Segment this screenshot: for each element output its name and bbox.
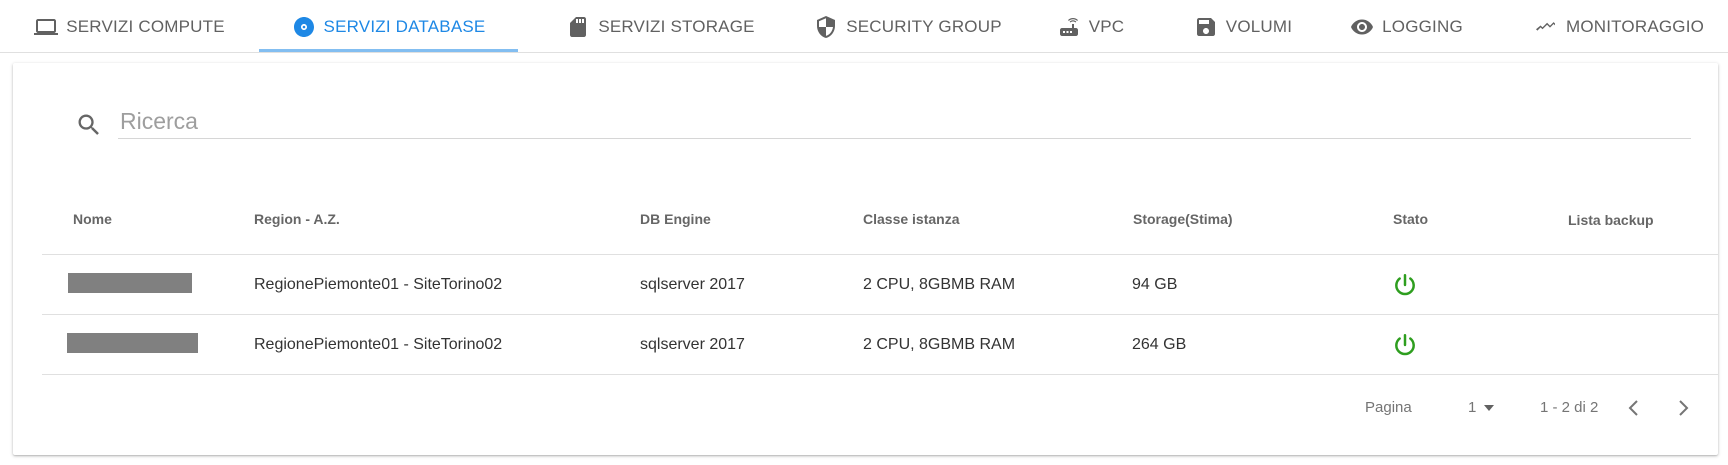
cell-region: RegionePiemonte01 - SiteTorino02	[254, 335, 503, 353]
cell-storage: 94 GB	[1132, 275, 1178, 293]
chevron-left-icon	[1628, 400, 1638, 416]
tab-label: VPC	[1088, 16, 1125, 36]
column-header-region[interactable]: Region - A.Z.	[254, 211, 340, 227]
tab-label: VOLUMI	[1225, 16, 1293, 36]
eye-icon	[1351, 19, 1374, 34]
column-header-lista-backup[interactable]: Lista backup	[1568, 212, 1654, 228]
tab-label: MONITORAGGIO	[1565, 16, 1705, 36]
search-input[interactable]	[118, 105, 1691, 139]
column-header-stato[interactable]: Stato	[1393, 211, 1428, 227]
tab-bar: SERVIZI COMPUTE SERVIZI DATABASE SERVIZI…	[0, 0, 1728, 53]
shield-icon	[817, 15, 836, 38]
tab-label: SERVIZI COMPUTE	[66, 16, 225, 36]
tab-volumi[interactable]: VOLUMI	[1168, 0, 1318, 53]
floppy-disk-icon	[1196, 17, 1215, 36]
cell-storage: 264 GB	[1132, 335, 1187, 353]
column-header-db-engine[interactable]: DB Engine	[640, 211, 711, 227]
search-icon	[78, 114, 99, 135]
power-icon[interactable]	[1392, 272, 1418, 298]
power-icon[interactable]	[1392, 332, 1418, 358]
redacted-name	[67, 333, 198, 353]
dropdown-caret-icon	[1484, 404, 1495, 411]
page-select-value: 1	[1468, 399, 1477, 416]
table-row[interactable]: RegionePiemonte01 - SiteTorino02 sqlserv…	[42, 315, 1718, 374]
previous-page-button[interactable]	[1622, 396, 1646, 420]
laptop-icon	[34, 18, 59, 35]
active-tab-indicator	[259, 49, 518, 52]
redacted-name	[68, 273, 192, 293]
column-header-classe-istanza[interactable]: Classe istanza	[863, 211, 960, 227]
chevron-right-icon	[1679, 400, 1689, 416]
tab-security-group[interactable]: SECURITY GROUP	[803, 0, 1013, 53]
tab-label: SECURITY GROUP	[846, 16, 1002, 36]
database-services-card: Nome Region - A.Z. DB Engine Classe ista…	[13, 63, 1718, 455]
table-row[interactable]: RegionePiemonte01 - SiteTorino02 sqlserv…	[42, 255, 1718, 314]
row-divider	[42, 374, 1718, 375]
tab-servizi-storage[interactable]: SERVIZI STORAGE	[518, 0, 803, 53]
tab-servizi-compute[interactable]: SERVIZI COMPUTE	[0, 0, 259, 53]
pagination-range: 1 - 2 di 2	[1540, 399, 1599, 416]
next-page-button[interactable]	[1671, 396, 1695, 420]
disc-icon	[293, 16, 314, 37]
cell-instance-class: 2 CPU, 8GBMB RAM	[863, 275, 1016, 293]
page-select[interactable]: 1	[1468, 399, 1495, 416]
cell-db-engine: sqlserver 2017	[640, 335, 745, 353]
router-icon	[1059, 17, 1078, 36]
tab-logging[interactable]: LOGGING	[1330, 0, 1483, 53]
column-header-storage[interactable]: Storage(Stima)	[1133, 211, 1233, 227]
cell-instance-class: 2 CPU, 8GBMB RAM	[863, 335, 1016, 353]
trending-icon	[1535, 21, 1555, 31]
tab-label: SERVIZI STORAGE	[598, 16, 755, 36]
tab-servizi-database[interactable]: SERVIZI DATABASE	[259, 0, 518, 53]
cell-db-engine: sqlserver 2017	[640, 275, 745, 293]
pagination-label: Pagina	[1365, 399, 1412, 416]
cell-region: RegionePiemonte01 - SiteTorino02	[254, 275, 503, 293]
tab-monitoraggio[interactable]: MONITORAGGIO	[1510, 0, 1728, 53]
tab-label: SERVIZI DATABASE	[323, 16, 486, 36]
column-header-nome[interactable]: Nome	[73, 211, 112, 227]
sd-card-icon	[570, 16, 587, 37]
tab-label: LOGGING	[1382, 16, 1463, 36]
tab-vpc[interactable]: VPC	[1032, 0, 1149, 53]
